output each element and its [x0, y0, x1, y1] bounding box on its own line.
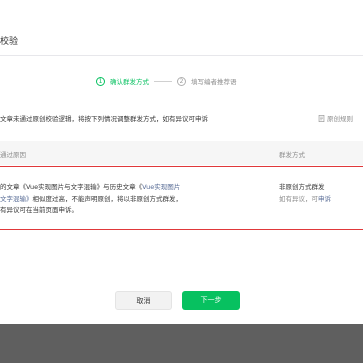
step-2-number: 2 — [177, 76, 186, 86]
step-1-number: 1 — [96, 76, 105, 86]
history-article-link-cont[interactable]: 文字混输》 — [0, 195, 33, 203]
step-1: 1 确认群发方式 — [96, 76, 149, 86]
method-cell: 非原创方式群发 如有异议，可申诉 — [279, 182, 331, 205]
method-text: 非原创方式群发 — [279, 183, 325, 191]
step-2: 2 填写编者推荐语 — [177, 76, 237, 86]
method-note: 如有异议，可申诉 — [279, 194, 331, 203]
step-1-label: 确认群发方式 — [110, 78, 149, 86]
header-reason: 通过原因 — [0, 151, 26, 159]
original-rules-label: 原创规则 — [327, 115, 353, 123]
appeal-link[interactable]: 申诉 — [318, 195, 331, 203]
reason-line-2: 文字混输》相似度过高，不能声明原创，将以非原创方式群发， — [0, 194, 182, 203]
step-2-label: 填写编者推荐语 — [191, 78, 237, 86]
dialog: 校验 1 确认群发方式 2 填写编者推荐语 文章未通过原创校验逻辑，将按下列情况… — [0, 0, 363, 324]
reason-line-3: 有异议可在当前页面申诉。 — [0, 206, 78, 214]
original-rules-link[interactable]: 原创规则 — [318, 113, 353, 123]
table-row: 的文章《Vue实现图片与文字混输》与历史文章《Vue实现图片 文字混输》相似度过… — [0, 167, 363, 228]
reason-line-1: 的文章《Vue实现图片与文字混输》与历史文章《Vue实现图片 — [0, 183, 181, 191]
table-header: 通过原因 群发方式 — [0, 141, 363, 165]
step-indicator: 1 确认群发方式 2 填写编者推荐语 — [96, 74, 237, 88]
error-border-bottom — [0, 229, 363, 230]
document-icon — [318, 114, 325, 122]
cancel-button[interactable]: 取消 — [115, 291, 172, 310]
reason-text: 的文章《Vue实现图片与文字混输》与历史文章《Vue实现图片 文字混输》相似度过… — [0, 182, 182, 217]
header-method: 群发方式 — [279, 151, 305, 159]
history-article-link[interactable]: Vue实现图片 — [142, 183, 180, 191]
step-connector — [154, 80, 172, 82]
next-step-button[interactable]: 下一步 — [182, 291, 240, 310]
check-notice: 文章未通过原创校验逻辑，将按下列情况调整群发方式，如有异议可申诉 — [0, 115, 208, 123]
dialog-title: 校验 — [0, 37, 19, 47]
title-divider — [0, 55, 363, 56]
